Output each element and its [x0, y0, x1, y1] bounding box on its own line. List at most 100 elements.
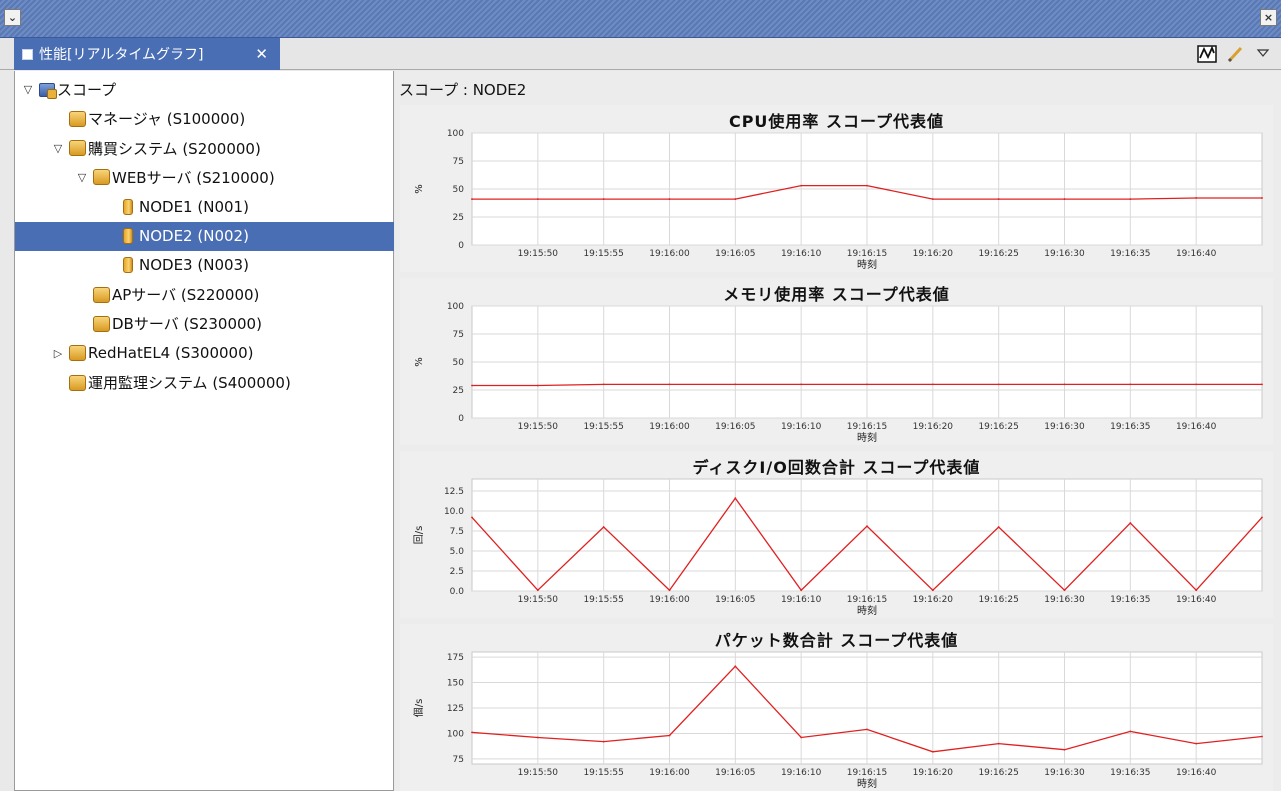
- tree-node-label: APサーバ (S220000): [112, 286, 260, 305]
- data-point: [1129, 383, 1132, 386]
- data-point: [997, 526, 1000, 528]
- packet-count-chart: 19:15:50 19:15:55 19:16:00 19:16:05 19:16:10…: [400, 624, 1273, 791]
- x-tick-label: 19:16:00: [649, 595, 690, 605]
- x-tick-label: 19:16:35: [1110, 422, 1150, 432]
- y-tick-label: 7.5: [450, 527, 464, 537]
- x-tick-label: 19:16:40: [1176, 768, 1217, 778]
- tab-realtime-graph[interactable]: 性能[リアルタイムグラフ] ✕: [14, 38, 280, 70]
- data-point: [800, 589, 803, 592]
- data-point: [1129, 730, 1132, 733]
- tree-node[interactable]: NODE1 (N001): [15, 192, 394, 221]
- x-tick-label: 19:16:25: [978, 422, 1018, 432]
- data-point: [931, 198, 934, 200]
- y-tick-label: 10.0: [444, 507, 464, 517]
- tree-node[interactable]: APサーバ (S220000): [15, 280, 394, 309]
- tab-close-icon[interactable]: ✕: [255, 45, 268, 63]
- window-menu-button[interactable]: ⌄: [4, 9, 21, 26]
- tree-node-label: NODE1 (N001): [139, 197, 249, 216]
- view-menu-button[interactable]: [1253, 44, 1273, 64]
- data-point: [997, 383, 1000, 386]
- x-tick-label: 19:16:10: [781, 768, 822, 778]
- data-point: [1063, 589, 1066, 592]
- edit-button[interactable]: [1225, 44, 1245, 64]
- x-tick-label: 19:16:25: [978, 595, 1018, 605]
- data-point: [1063, 748, 1066, 751]
- y-tick-label: 175: [447, 653, 464, 663]
- x-tick-label: 19:16:00: [649, 768, 690, 778]
- x-tick-label: 19:15:55: [583, 249, 623, 259]
- data-point: [1261, 516, 1263, 519]
- tree-node[interactable]: DBサーバ (S230000): [15, 309, 394, 338]
- data-point: [1129, 198, 1132, 200]
- data-point: [1261, 383, 1263, 386]
- tree-node[interactable]: ▽ 購買システム (S200000): [15, 134, 394, 163]
- tree-node-label: NODE2 (N002): [139, 227, 249, 245]
- tree-node[interactable]: NODE2 (N002): [15, 221, 394, 251]
- y-tick-label: 0: [458, 414, 464, 424]
- x-tick-label: 19:16:15: [847, 768, 887, 778]
- x-tick-label: 19:16:00: [649, 422, 690, 432]
- x-tick-label: 19:16:35: [1110, 249, 1150, 259]
- window-close-button[interactable]: ×: [1260, 9, 1277, 26]
- y-axis-label: 回/s: [413, 526, 425, 545]
- y-tick-label: 5.0: [450, 547, 465, 557]
- folder-icon: [69, 374, 86, 391]
- data-point: [1195, 197, 1198, 199]
- folder-icon: [93, 286, 110, 303]
- x-tick-label: 19:16:30: [1044, 768, 1085, 778]
- data-point: [1129, 522, 1132, 524]
- y-tick-label: 25: [453, 213, 464, 223]
- tree-node[interactable]: ▽ WEBサーバ (S210000): [15, 163, 394, 192]
- x-tick-label: 19:16:05: [715, 595, 755, 605]
- data-point: [536, 198, 539, 200]
- tree-node[interactable]: ▽ スコープ: [15, 75, 394, 104]
- scope-label: スコープ : NODE2: [399, 81, 527, 99]
- node-icon: [123, 228, 133, 244]
- x-tick-label: 19:16:40: [1176, 249, 1217, 259]
- view-tab-bar: 性能[リアルタイムグラフ] ✕: [0, 38, 1281, 70]
- data-point: [931, 750, 934, 753]
- x-tick-label: 19:16:20: [913, 422, 954, 432]
- x-tick-label: 19:16:20: [913, 595, 954, 605]
- tree-node-label: マネージャ (S100000): [88, 110, 246, 129]
- folder-icon: [69, 140, 86, 157]
- tree-node[interactable]: NODE3 (N003): [15, 251, 394, 280]
- collapse-toggle-icon[interactable]: ▷: [51, 347, 65, 360]
- tree-node[interactable]: マネージャ (S100000): [15, 104, 394, 133]
- x-tick-label: 19:15:50: [518, 249, 559, 259]
- x-tick-label: 19:16:20: [913, 249, 954, 259]
- memory-usage-chart: 19:15:50 19:15:55 19:16:00 19:16:05 19:16:10…: [400, 278, 1273, 445]
- tree-node[interactable]: ▷ RedHatEL4 (S300000): [15, 339, 394, 368]
- window-title-bar[interactable]: ⌄ ×: [0, 0, 1281, 38]
- y-tick-label: 75: [453, 755, 464, 765]
- x-axis-label: 時刻: [857, 777, 877, 790]
- expand-toggle-icon[interactable]: ▽: [75, 171, 89, 184]
- x-tick-label: 19:16:40: [1176, 595, 1217, 605]
- data-point: [536, 589, 539, 592]
- x-tick-label: 19:15:50: [518, 422, 559, 432]
- data-point: [1063, 198, 1066, 200]
- data-point: [734, 198, 737, 200]
- application-window: ⌄ × 性能[リアルタイムグラフ] ✕ ▽ スコープ マネージャ (S10000…: [0, 0, 1281, 791]
- data-point: [1195, 589, 1198, 592]
- data-point: [536, 384, 539, 387]
- y-tick-label: 2.5: [450, 567, 464, 577]
- data-point: [471, 516, 473, 519]
- tree-node-label: 運用監理システム (S400000): [88, 374, 291, 392]
- graph-button[interactable]: [1197, 44, 1217, 64]
- graph-icon: [1197, 45, 1217, 63]
- view-icon: [22, 48, 33, 60]
- x-tick-label: 19:16:15: [847, 595, 887, 605]
- x-tick-label: 19:16:20: [913, 768, 954, 778]
- x-tick-label: 19:16:35: [1110, 595, 1150, 605]
- expand-toggle-icon[interactable]: ▽: [21, 83, 35, 96]
- data-point: [997, 198, 1000, 200]
- y-tick-label: 12.5: [444, 487, 464, 497]
- data-point: [1195, 742, 1198, 745]
- data-point: [602, 198, 605, 200]
- tree-node[interactable]: 運用監理システム (S400000): [15, 368, 394, 397]
- x-tick-label: 19:16:40: [1176, 422, 1217, 432]
- data-point: [866, 728, 868, 731]
- x-tick-label: 19:15:55: [583, 422, 623, 432]
- expand-toggle-icon[interactable]: ▽: [51, 142, 65, 155]
